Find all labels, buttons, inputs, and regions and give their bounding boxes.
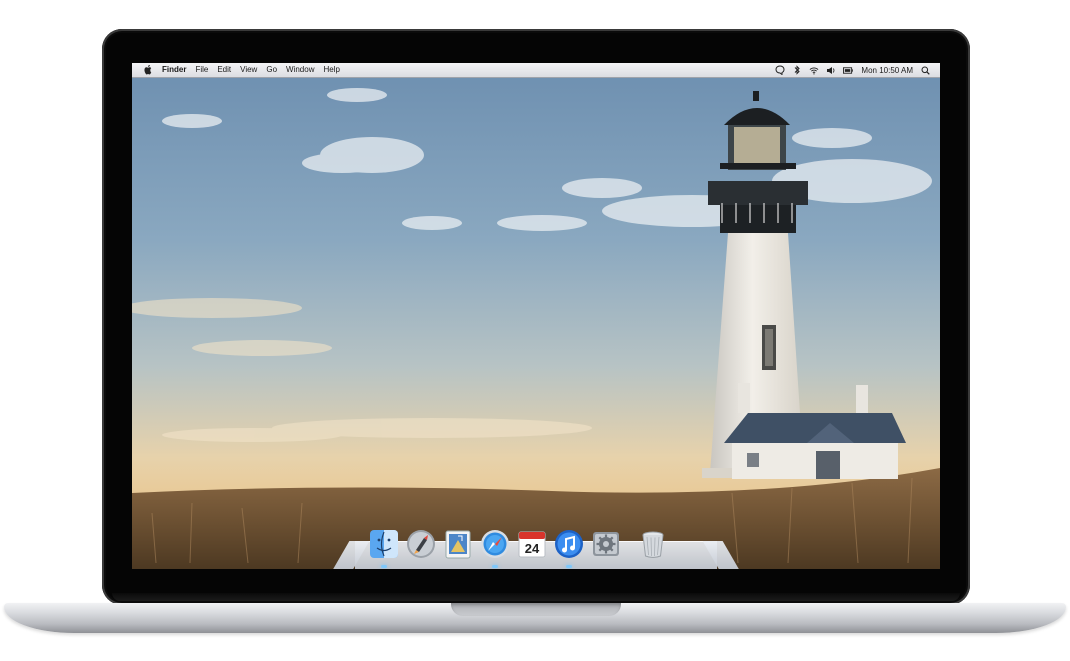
itunes-icon[interactable] <box>553 528 585 568</box>
finder-icon[interactable] <box>368 528 400 568</box>
running-indicator <box>566 565 572 568</box>
chat-icon[interactable] <box>775 65 785 75</box>
desktop-wallpaper <box>132 63 940 569</box>
menu-window[interactable]: Window <box>286 63 314 77</box>
laptop-opening-notch <box>451 603 621 616</box>
bluetooth-icon[interactable] <box>792 65 802 75</box>
menu-view[interactable]: View <box>240 63 257 77</box>
calendar-icon[interactable]: 24 <box>516 528 548 560</box>
safari-icon[interactable] <box>479 528 511 568</box>
preview-icon[interactable] <box>442 528 474 560</box>
desktop-screen: Finder File Edit View Go Window Help Mon… <box>132 63 940 569</box>
launchpad-icon[interactable] <box>405 528 437 560</box>
wifi-icon[interactable] <box>809 65 819 75</box>
apple-icon[interactable] <box>144 65 153 75</box>
menu-file[interactable]: File <box>195 63 208 77</box>
battery-icon[interactable] <box>843 65 854 75</box>
calendar-date: 24 <box>525 541 540 556</box>
menu-bar: Finder File Edit View Go Window Help Mon… <box>132 63 940 78</box>
trash-icon[interactable] <box>637 528 669 560</box>
menu-clock[interactable]: Mon 10:50 AM <box>861 66 913 75</box>
menu-finder[interactable]: Finder <box>162 63 186 77</box>
running-indicator <box>381 565 387 568</box>
running-indicator <box>492 565 498 568</box>
menu-edit[interactable]: Edit <box>217 63 231 77</box>
menu-go[interactable]: Go <box>266 63 277 77</box>
menu-help[interactable]: Help <box>323 63 339 77</box>
volume-icon[interactable] <box>826 65 836 75</box>
dock: 24 <box>368 522 674 568</box>
search-icon[interactable] <box>920 65 930 75</box>
system-preferences-icon[interactable] <box>590 528 622 560</box>
